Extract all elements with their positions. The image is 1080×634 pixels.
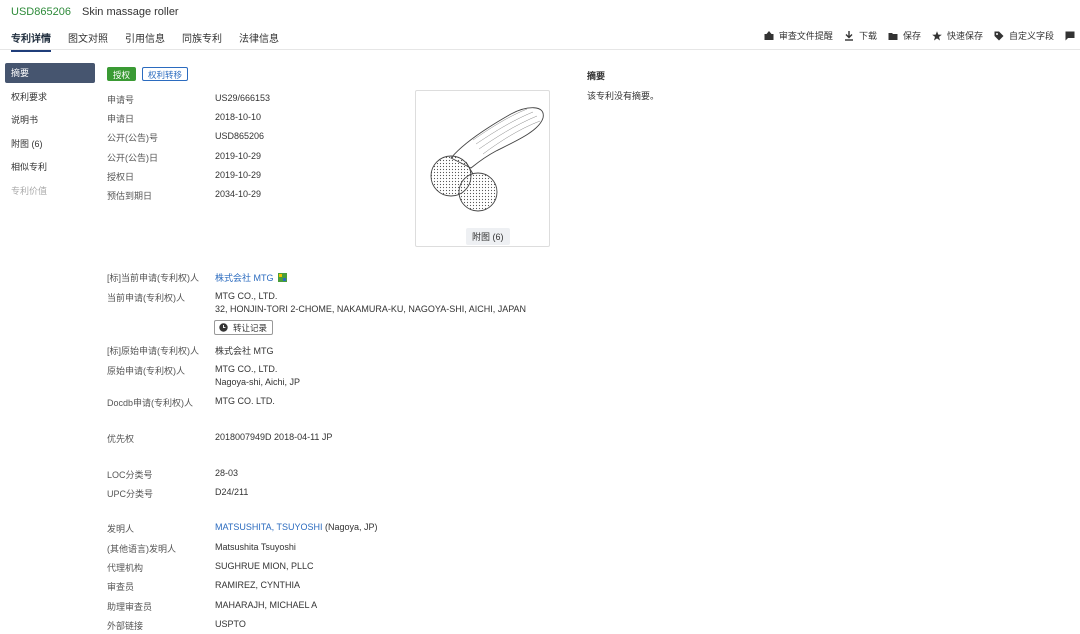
tab-legal[interactable]: 法律信息 bbox=[239, 30, 279, 52]
field-label: UPC分类号 bbox=[107, 489, 154, 499]
sidebar-item-value: 专利价值 bbox=[11, 185, 48, 196]
abstract-title: 摘要 bbox=[587, 71, 606, 81]
quick-save-label: 快速保存 bbox=[946, 31, 983, 41]
field-value: 2034-10-29 bbox=[215, 189, 262, 199]
field-label: (其他语言)发明人 bbox=[107, 544, 176, 554]
sidebar-item-claims[interactable]: 权利要求 bbox=[5, 87, 95, 111]
download-button[interactable]: 下载 bbox=[844, 29, 877, 42]
docdb-assignee-link[interactable]: MTG CO. LTD. bbox=[215, 396, 275, 406]
comment-icon bbox=[1065, 31, 1075, 40]
tab-family[interactable]: 同族专利 bbox=[182, 30, 222, 52]
asst-examiner-link[interactable]: MAHARAJH, MICHAEL A bbox=[215, 600, 317, 610]
page-title: USD865206 Skin massage roller bbox=[11, 6, 179, 18]
patent-name: Skin massage roller bbox=[82, 6, 179, 18]
field-label: [标]原始申请(专利权)人 bbox=[107, 346, 199, 356]
toolbar-actions: 审查文件提醒 下载 保存 快速保存 自定义字段 bbox=[753, 29, 1080, 42]
folder-icon bbox=[888, 32, 898, 40]
original-assignee-address: Nagoya-shi, Aichi, JP bbox=[215, 377, 301, 387]
upc-class-link[interactable]: D24/211 bbox=[215, 487, 248, 497]
loc-class-link[interactable]: 28-03 bbox=[215, 468, 238, 478]
transfer-record-button[interactable]: 转让记录 bbox=[214, 320, 274, 335]
abstract-text: 该专利没有摘要。 bbox=[587, 91, 660, 101]
custom-field-label: 自定义字段 bbox=[1008, 31, 1054, 41]
field-label: 代理机构 bbox=[107, 563, 144, 573]
field-value: USD865206 bbox=[215, 131, 265, 141]
field-value: 2019-10-29 bbox=[215, 170, 262, 180]
field-value: MATSUSHITA, TSUYOSHI (Nagoya, JP) bbox=[215, 522, 378, 532]
field-value: 2018-10-10 bbox=[215, 112, 262, 122]
field-label: 审查员 bbox=[107, 582, 135, 592]
field-label: 公开(公告)号 bbox=[107, 133, 158, 143]
status-badge-granted: 授权 bbox=[107, 67, 137, 81]
field-label: [标]当前申请(专利权)人 bbox=[107, 273, 199, 283]
inventor-location: (Nagoya, JP) bbox=[325, 522, 378, 532]
external-link-uspto[interactable]: USPTO bbox=[215, 619, 246, 629]
std-original-assignee-link[interactable]: 株式会社 MTG bbox=[215, 344, 274, 357]
tab-citations[interactable]: 引用信息 bbox=[125, 30, 165, 52]
figure-thumbnail[interactable]: 附图 (6) bbox=[415, 90, 550, 247]
field-value: 2019-10-29 bbox=[215, 151, 262, 161]
patent-drawing bbox=[430, 107, 544, 212]
sidebar: 摘要 权利要求 说明书 附图 (6) 相似专利 专利价值 bbox=[5, 63, 95, 204]
field-label: LOC分类号 bbox=[107, 470, 153, 480]
status-badges: 授权 权利转移 bbox=[107, 67, 194, 81]
top-bar: USD865206 Skin massage roller 专利详情 图文对照 … bbox=[0, 0, 1080, 52]
field-label: 当前申请(专利权)人 bbox=[107, 293, 185, 303]
field-value: Matsushita Tsuyoshi bbox=[215, 542, 296, 552]
field-label: 优先权 bbox=[107, 434, 135, 444]
field-label: Docdb申请(专利权)人 bbox=[107, 398, 194, 408]
tag-icon bbox=[994, 31, 1004, 40]
download-label: 下载 bbox=[858, 31, 877, 41]
sidebar-item-figures[interactable]: 附图 (6) bbox=[5, 134, 95, 158]
current-assignee-link[interactable]: MTG CO., LTD. bbox=[215, 291, 277, 301]
quick-save-button[interactable]: 快速保存 bbox=[932, 29, 983, 42]
field-label: 发明人 bbox=[107, 524, 135, 534]
sidebar-item-abstract[interactable]: 摘要 bbox=[5, 63, 95, 83]
star-icon bbox=[932, 30, 942, 40]
download-icon bbox=[844, 30, 853, 41]
field-value: SUGHRUE MION, PLLC bbox=[215, 561, 314, 571]
field-label: 原始申请(专利权)人 bbox=[107, 366, 185, 376]
figures-button[interactable]: 附图 (6) bbox=[466, 228, 510, 245]
current-assignee-address: 32, HONJIN-TORI 2-CHOME, NAKAMURA-KU, NA… bbox=[215, 304, 527, 314]
transfer-record-label: 转让记录 bbox=[233, 322, 268, 333]
std-current-assignee-link[interactable]: 株式会社 MTG bbox=[215, 273, 274, 283]
comment-button[interactable] bbox=[1065, 29, 1080, 42]
field-label: 外部链接 bbox=[107, 621, 144, 631]
sidebar-item-description[interactable]: 说明书 bbox=[5, 110, 95, 134]
original-assignee-link[interactable]: MTG CO., LTD. bbox=[215, 364, 277, 374]
field-value: 株式会社 MTG bbox=[215, 271, 288, 284]
field-label: 授权日 bbox=[107, 172, 135, 182]
clock-icon bbox=[219, 323, 228, 332]
tab-bar: 专利详情 图文对照 引用信息 同族专利 法律信息 bbox=[11, 30, 296, 52]
save-label: 保存 bbox=[902, 31, 921, 41]
field-value: US29/666153 bbox=[215, 93, 271, 103]
field-label: 助理审查员 bbox=[107, 602, 153, 612]
field-value: 2018007949D 2018-04-11 JP bbox=[215, 432, 333, 442]
field-label: 申请日 bbox=[107, 114, 135, 124]
company-badge-icon bbox=[278, 273, 288, 282]
sidebar-item-similar[interactable]: 相似专利 bbox=[5, 157, 95, 181]
bell-upload-icon bbox=[764, 30, 774, 40]
custom-field-button[interactable]: 自定义字段 bbox=[994, 29, 1054, 42]
field-label: 公开(公告)日 bbox=[107, 153, 158, 163]
review-reminder-label: 审查文件提醒 bbox=[778, 31, 833, 41]
field-label: 申请号 bbox=[107, 95, 135, 105]
inventor-link[interactable]: MATSUSHITA, TSUYOSHI bbox=[215, 522, 323, 532]
patent-number: USD865206 bbox=[11, 6, 71, 18]
tab-patent-detail[interactable]: 专利详情 bbox=[11, 30, 51, 52]
tab-text-figure[interactable]: 图文对照 bbox=[68, 30, 108, 52]
examiner-link[interactable]: RAMIREZ, CYNTHIA bbox=[215, 580, 300, 590]
review-reminder-button[interactable]: 审查文件提醒 bbox=[764, 29, 833, 42]
save-button[interactable]: 保存 bbox=[888, 29, 921, 42]
field-label: 预估到期日 bbox=[107, 191, 153, 201]
status-badge-transfer[interactable]: 权利转移 bbox=[142, 67, 189, 81]
